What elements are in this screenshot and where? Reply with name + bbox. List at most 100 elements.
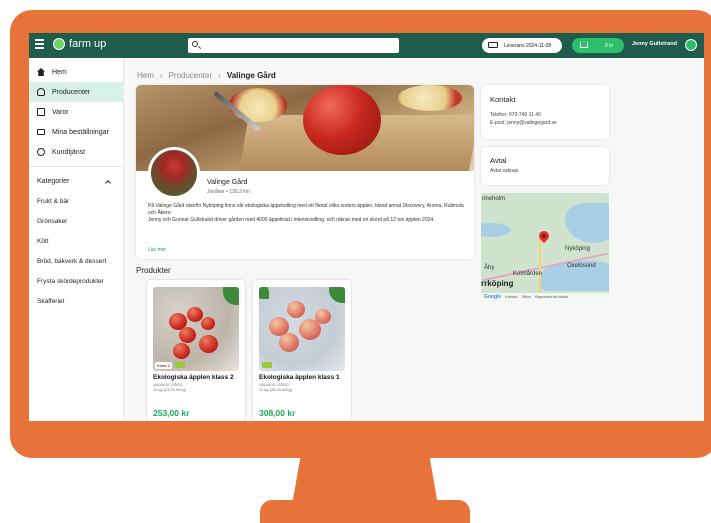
search-input[interactable] (188, 38, 399, 53)
map-label: Oxelösund (567, 263, 596, 269)
apple-graphic (187, 307, 203, 322)
box-icon (37, 108, 45, 116)
monitor-illustration: farm up Leverans 2024-11-08 0 kr Jenny G… (0, 0, 711, 523)
sidebar-item-label: Kundtjänst (52, 148, 86, 156)
read-more-link[interactable]: Läs mer (148, 247, 166, 253)
apple-graphic (303, 85, 381, 155)
sidebar-item-orders[interactable]: Mina beställningar (29, 122, 124, 142)
map-footer-link[interactable]: Rapportera ett kartfel (535, 295, 568, 299)
delivery-label: Leverans 2024-11-08 (504, 42, 552, 49)
category-item[interactable]: Skafferiet (37, 298, 64, 305)
search-icon (192, 41, 198, 47)
truck-icon (37, 129, 45, 135)
description-paragraph: Jenny och Gunnar Gullstrand driver gårde… (148, 217, 435, 223)
cart-amount: 0 kr (605, 43, 614, 49)
breadcrumb-home[interactable]: Hem (137, 71, 154, 80)
contact-phone[interactable]: Telefon: 070-740 11 40 (490, 112, 541, 118)
product-card[interactable]: Ekologiska äpplen klass 1 VALINGE GÅRD 1… (253, 280, 351, 421)
logo[interactable]: farm up (53, 38, 106, 50)
monitor-stand-base (260, 500, 470, 523)
sidebar-item-label: Producenter (52, 88, 91, 96)
map-label: rrköping (481, 279, 514, 288)
category-item[interactable]: Bröd, bakverk & dessert (37, 258, 106, 265)
avatar[interactable] (685, 39, 697, 51)
apple-slice-graphic (398, 85, 462, 111)
map-label: Kolmården (513, 271, 543, 277)
map-footer-link[interactable]: Kortkort (505, 295, 517, 299)
sidebar-item-producers[interactable]: Producenter (29, 82, 124, 102)
eco-badge-icon (175, 362, 185, 368)
product-card[interactable]: Klass 2 Ekologiska äpplen klass 2 VALING… (147, 280, 245, 421)
truck-icon (488, 42, 498, 48)
product-name[interactable]: Ekologiska äpplen klass 1 (259, 374, 340, 381)
map-provider: Google (484, 294, 502, 300)
home-icon (37, 68, 45, 76)
product-weight: 11 kg (23,00 kr/kg) (153, 387, 187, 392)
chevron-up-icon[interactable] (105, 180, 111, 186)
category-item[interactable]: Grönsaker (37, 218, 67, 225)
map-label: Åby (484, 265, 495, 271)
map-footer-link[interactable]: Villkor (522, 295, 531, 299)
apple-graphic (173, 343, 190, 359)
delivery-date-button[interactable]: Leverans 2024-11-08 (482, 38, 562, 53)
producer-name: Valinge Gård (207, 179, 248, 186)
producer-description: På Valinge Gård utanför Nyköping finns v… (148, 203, 466, 224)
cart-button[interactable]: 0 kr (572, 38, 624, 53)
leaf-logo-icon (53, 38, 65, 50)
product-image: Klass 2 (153, 287, 239, 371)
producer-location: Jonåker • 130.3 km (207, 189, 250, 195)
apple-graphic (199, 335, 218, 353)
app-screen: farm up Leverans 2024-11-08 0 kr Jenny G… (29, 33, 704, 421)
product-image (259, 287, 345, 371)
user-name[interactable]: Jenny Gullstrand (632, 41, 677, 47)
cart-icon (580, 42, 588, 48)
class-badge: Klass 2 (155, 362, 173, 369)
menu-icon[interactable] (35, 39, 44, 51)
top-bar: farm up Leverans 2024-11-08 0 kr Jenny G… (29, 33, 704, 58)
product-price: 308,00 kr (259, 408, 296, 418)
apple-half-graphic (229, 88, 287, 122)
description-paragraph: På Valinge Gård utanför Nyköping finns v… (148, 203, 464, 216)
category-item[interactable]: Kött (37, 238, 49, 245)
eco-badge-icon (262, 362, 272, 368)
sidebar-item-products[interactable]: Varor (29, 102, 124, 122)
breadcrumb-producers[interactable]: Producenter (169, 71, 213, 80)
map-label: rineholm (482, 196, 506, 202)
categories-heading[interactable]: Kategorier (37, 178, 69, 185)
monitor-stand-neck (292, 455, 438, 505)
leaf-decoration (259, 287, 269, 299)
apple-graphic (287, 301, 305, 318)
map-water (565, 203, 609, 243)
product-name[interactable]: Ekologiska äpplen klass 2 (153, 374, 234, 381)
chevron-right-icon: › (218, 71, 221, 80)
apple-graphic (315, 309, 331, 324)
agreement-title: Avtal (490, 156, 507, 165)
product-price: 253,00 kr (153, 408, 190, 418)
agreement-card: Avtal Avtal saknas (481, 147, 609, 185)
product-weight: 11 kg (28,00 kr/kg) (259, 387, 293, 392)
location-map[interactable]: rineholm Nyköping Oxelösund Åby Kolmårde… (481, 193, 609, 301)
sidebar-item-support[interactable]: Kundtjänst (29, 142, 124, 162)
products-heading: Produkter (136, 266, 171, 275)
sidebar-item-home[interactable]: Hem (29, 62, 124, 82)
chevron-right-icon: › (159, 71, 163, 80)
sidebar-item-label: Mina beställningar (52, 128, 109, 136)
sidebar-divider (29, 166, 124, 167)
agreement-status: Avtal saknas (490, 168, 519, 174)
producer-profile-image (148, 147, 200, 199)
apple-graphic (179, 327, 196, 343)
leaf-decoration (329, 287, 345, 303)
map-water (481, 223, 511, 237)
apple-graphic (201, 317, 215, 330)
contact-email[interactable]: E-post: jenny@valingegard.se (490, 120, 557, 126)
category-item[interactable]: Frysta skördeprodukter (37, 278, 104, 285)
category-item[interactable]: Frukt & bär (37, 198, 69, 205)
breadcrumb-current: Valinge Gård (226, 71, 276, 80)
map-footer: Google Kortkort Villkor Rapportera ett k… (481, 293, 609, 301)
sidebar-item-label: Hem (52, 68, 67, 76)
map-label: Nyköping (565, 246, 591, 252)
producer-card: Valinge Gård Jonåker • 130.3 km På Valin… (136, 85, 474, 259)
sidebar-item-label: Varor (52, 108, 69, 116)
breadcrumb: Hem › Producenter › Valinge Gård (137, 71, 276, 80)
leaf-decoration (223, 287, 239, 305)
